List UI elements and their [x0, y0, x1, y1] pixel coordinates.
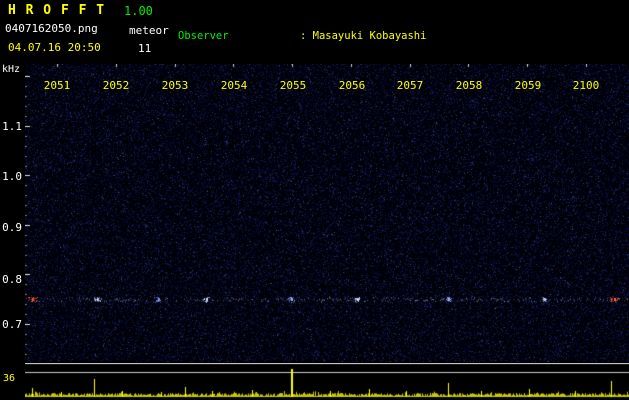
- time-label-2057: 2057: [396, 79, 424, 92]
- time-label-2053: 2053: [161, 79, 189, 92]
- freq-label-0-8: 0.8: [2, 273, 22, 286]
- echo-count: 11: [138, 42, 152, 55]
- field-value: : Masayuki Kobayashi: [300, 30, 427, 42]
- field-label: Observer: [178, 30, 229, 42]
- spectrogram-canvas: [25, 64, 629, 362]
- time-label-2052: 2052: [102, 79, 130, 92]
- freq-label-1-0: 1.0: [2, 170, 22, 183]
- freq-label-0-7: 0.7: [2, 318, 22, 331]
- hrofft-screen: H R O F F T 1.00 0407162050.png meteor 0…: [0, 0, 629, 400]
- time-label-2056: 2056: [338, 79, 366, 92]
- file-name: 0407162050.png: [5, 22, 98, 35]
- noise-floor-label: 36: [3, 373, 16, 384]
- time-label-2059: 2059: [514, 79, 542, 92]
- time-label-2100: 2100: [572, 79, 600, 92]
- time-label-2054: 2054: [220, 79, 248, 92]
- app-version: 1.00: [124, 4, 153, 18]
- freq-label-0-9: 0.9: [2, 221, 22, 234]
- time-label-2055: 2055: [279, 79, 307, 92]
- freq-label-1-1: 1.1: [2, 120, 22, 133]
- header-field-observer: Observer : Masayuki Kobayashi: [178, 30, 610, 43]
- time-label-2051: 2051: [43, 79, 71, 92]
- datetime-label: 04.07.16 20:50: [8, 41, 101, 54]
- level-canvas: [25, 363, 629, 400]
- app-title: H R O F F T: [8, 3, 106, 18]
- time-label-2058: 2058: [455, 79, 483, 92]
- mode-label: meteor: [129, 24, 169, 37]
- freq-unit-label: kHz: [2, 64, 21, 75]
